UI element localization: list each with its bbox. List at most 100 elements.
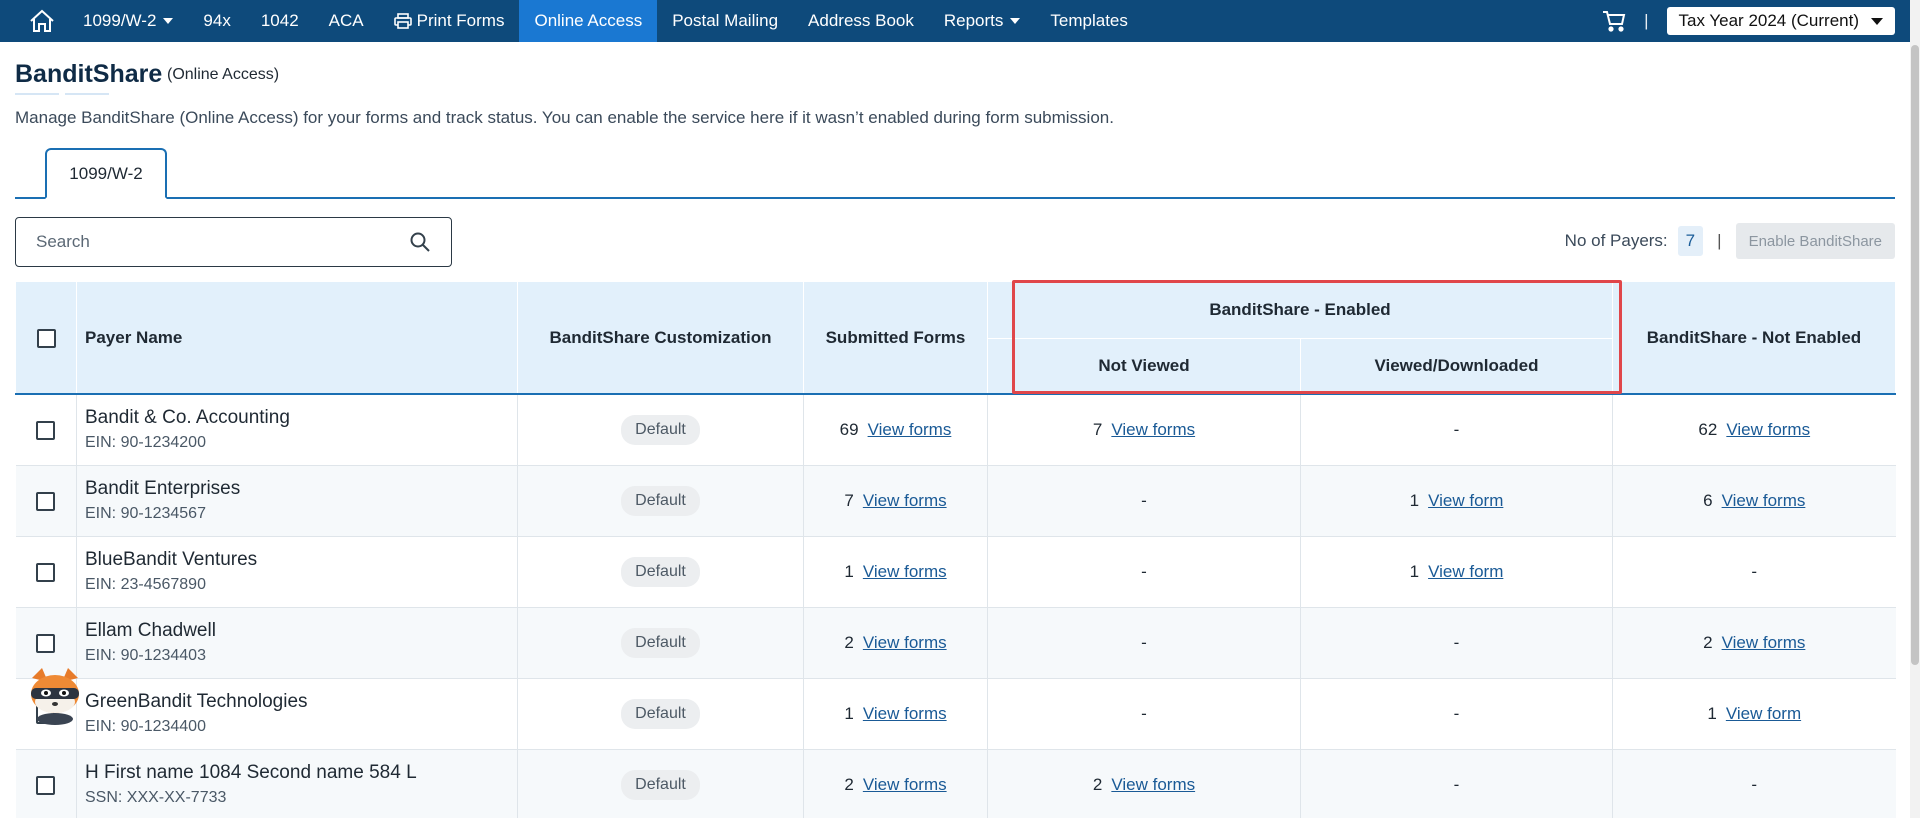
customization-cell: Default	[517, 394, 804, 466]
header-not-viewed: Not Viewed	[987, 337, 1301, 394]
payer-cell: BlueBandit Ventures EIN: 23-4567890	[76, 536, 518, 608]
nav-item-aca[interactable]: ACA	[314, 0, 379, 42]
mascot-avatar[interactable]	[22, 664, 88, 726]
cart-icon[interactable]	[1602, 10, 1626, 32]
title-underline	[65, 93, 109, 95]
nav-item-address-book[interactable]: Address Book	[793, 0, 929, 42]
search-input[interactable]	[36, 232, 409, 252]
search-box	[15, 217, 452, 267]
nav-item-label: Online Access	[534, 11, 643, 30]
submitted-forms-cell: 2 View forms	[803, 749, 988, 818]
view-forms-link[interactable]: View forms	[863, 775, 947, 794]
nav-item-print-forms[interactable]: Print Forms	[379, 0, 520, 42]
scrollbar-thumb[interactable]	[1911, 45, 1919, 665]
view-forms-link[interactable]: View forms	[1722, 633, 1806, 652]
viewed-downloaded-cell: -	[1300, 678, 1613, 750]
view-forms-link[interactable]: View forms	[1111, 775, 1195, 794]
customization-cell: Default	[517, 678, 804, 750]
nav-item-94x[interactable]: 94x	[188, 0, 245, 42]
view-forms-link[interactable]: View forms	[1111, 420, 1195, 439]
table-row: BlueBandit Ventures EIN: 23-4567890 Defaul…	[15, 536, 1896, 608]
payer-tax-id: EIN: 90-1234400	[85, 718, 206, 735]
view-forms-link[interactable]: View forms	[863, 704, 947, 723]
not-viewed-cell: -	[987, 465, 1301, 537]
submitted-forms-cell: 1 View forms	[803, 678, 988, 750]
empty-dash: -	[1141, 561, 1147, 581]
row-checkbox[interactable]	[36, 633, 56, 653]
payer-tax-id: EIN: 90-1234200	[85, 434, 206, 452]
viewed-downloaded-cell: -	[1300, 749, 1613, 818]
view-forms-link[interactable]: View form	[1428, 491, 1503, 510]
view-forms-link[interactable]: View form	[1428, 562, 1503, 581]
nav-item-reports[interactable]: Reports	[929, 0, 1036, 42]
not-enabled-cell: 62 View forms	[1612, 394, 1896, 466]
nav-item-1099-w-2[interactable]: 1099/W-2	[68, 0, 188, 42]
not-enabled-cell: 2 View forms	[1612, 607, 1896, 679]
page-subtitle: (Online Access)	[167, 66, 280, 83]
view-forms-link[interactable]: View forms	[863, 633, 947, 652]
nav-item-postal-mailing[interactable]: Postal Mailing	[657, 0, 793, 42]
payer-cell: H First name 1084 Second name 584 L SSN: …	[76, 749, 518, 818]
form-count: 7	[844, 490, 854, 510]
submitted-forms-cell: 7 View forms	[803, 465, 988, 537]
nav-right: | Tax Year 2024 (Current)	[1602, 0, 1910, 42]
chevron-down-icon	[1010, 18, 1021, 24]
submitted-forms-cell: 2 View forms	[803, 607, 988, 679]
nav-item-label: 1042	[260, 11, 299, 30]
select-all-checkbox[interactable]	[36, 328, 56, 348]
header-submitted-forms: Submitted Forms	[803, 282, 988, 394]
home-icon[interactable]	[16, 0, 68, 42]
form-count: 1	[1707, 703, 1717, 723]
nav-item-1042[interactable]: 1042	[246, 0, 314, 42]
page-title: BanditShare	[15, 60, 163, 88]
row-select-cell	[15, 536, 77, 608]
not-enabled-cell: 1 View form	[1612, 678, 1896, 750]
top-nav-bar: 1099/W-2 94x 1042 ACA Print Forms Online Acce…	[0, 0, 1910, 42]
view-forms-link[interactable]: View forms	[1726, 420, 1810, 439]
tax-year-label: Tax Year 2024 (Current)	[1678, 11, 1860, 30]
view-forms-link[interactable]: View forms	[863, 562, 947, 581]
search-icon[interactable]	[409, 231, 431, 253]
payer-name: H First name 1084 Second name 584 L	[85, 762, 417, 783]
payer-tax-id: EIN: 90-1234567	[85, 505, 206, 522]
row-checkbox[interactable]	[36, 775, 56, 795]
nav-separator: |	[1644, 11, 1649, 30]
payer-name: GreenBandit Technologies	[85, 691, 308, 712]
empty-dash: -	[1141, 703, 1147, 723]
not-viewed-cell: -	[987, 607, 1301, 679]
payer-name: BlueBandit Ventures	[85, 549, 258, 570]
form-count: 1	[1409, 561, 1420, 581]
vertical-scrollbar[interactable]	[1910, 0, 1920, 818]
view-forms-link[interactable]: View forms	[863, 491, 947, 510]
nav-item-templates[interactable]: Templates	[1035, 0, 1142, 42]
header-payer-name[interactable]: Payer Name	[76, 282, 518, 394]
payers-table: Payer Name BanditShare Customization Sub…	[15, 282, 1896, 818]
empty-dash: -	[1751, 561, 1758, 581]
not-viewed-cell: 2 View forms	[987, 749, 1301, 818]
tab-1099-w2[interactable]: 1099/W-2	[45, 148, 167, 199]
viewed-downloaded-cell: -	[1300, 394, 1613, 466]
tax-year-select[interactable]: Tax Year 2024 (Current)	[1666, 7, 1895, 35]
row-select-cell	[15, 749, 77, 818]
customization-badge: Default	[621, 769, 700, 800]
row-checkbox[interactable]	[36, 491, 56, 511]
row-checkbox[interactable]	[36, 420, 56, 440]
select-all-cell	[15, 282, 77, 394]
form-count: 2	[844, 632, 854, 652]
nav-item-online-access[interactable]: Online Access	[519, 0, 658, 42]
enable-banditshare-button[interactable]: Enable BanditShare	[1735, 223, 1895, 259]
view-forms-link[interactable]: View form	[1726, 704, 1801, 723]
chevron-down-icon	[1871, 17, 1883, 25]
view-forms-link[interactable]: View forms	[1722, 491, 1806, 510]
nav-item-label: Templates	[1050, 11, 1128, 30]
customization-cell: Default	[517, 465, 804, 537]
row-checkbox[interactable]	[36, 562, 56, 582]
payer-cell: Ellam Chadwell EIN: 90-1234403	[76, 607, 518, 679]
not-viewed-cell: -	[987, 536, 1301, 608]
viewed-downloaded-cell: 1 View form	[1300, 536, 1613, 608]
empty-dash: -	[1141, 632, 1147, 652]
customization-cell: Default	[517, 536, 804, 608]
empty-dash: -	[1453, 774, 1460, 794]
view-forms-link[interactable]: View forms	[868, 420, 952, 439]
form-count: 69	[839, 419, 859, 439]
